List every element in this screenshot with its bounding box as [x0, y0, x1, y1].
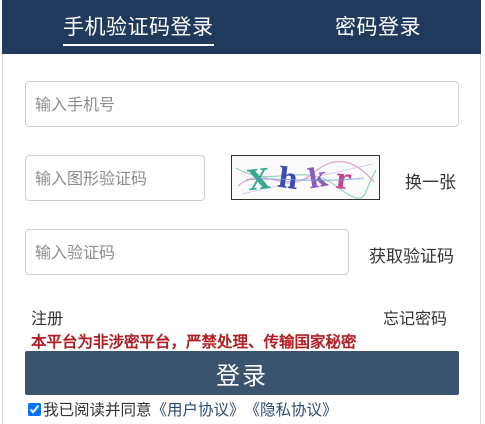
register-link[interactable]: 注册: [31, 305, 63, 329]
tab-password-login-label: 密码登录: [335, 15, 421, 39]
captcha-image[interactable]: X h k r: [231, 155, 380, 200]
agree-text: 我已阅读并同意: [43, 401, 152, 419]
login-tabs: 手机验证码登录 密码登录: [2, 0, 481, 54]
agree-checkbox[interactable]: [28, 402, 41, 416]
forgot-password-link[interactable]: 忘记密码: [383, 305, 447, 329]
sms-code-input[interactable]: [25, 229, 349, 275]
tab-sms-login-label: 手机验证码登录: [63, 15, 214, 46]
get-sms-code-button[interactable]: 获取验证码: [369, 242, 454, 267]
svg-text:k: k: [306, 161, 331, 195]
privacy-agreement-link[interactable]: 《隐私协议》: [245, 398, 338, 420]
user-agreement-link[interactable]: 《用户协议》: [152, 398, 245, 420]
tab-sms-login[interactable]: 手机验证码登录: [63, 0, 214, 54]
refresh-captcha-link[interactable]: 换一张: [405, 168, 456, 193]
login-button[interactable]: 登录: [25, 351, 459, 395]
image-code-input[interactable]: [25, 155, 205, 201]
svg-text:h: h: [276, 161, 301, 197]
captcha-graphic: X h k r: [235, 161, 377, 199]
phone-input[interactable]: [25, 81, 459, 127]
agreement-row: 我已阅读并同意 《用户协议》 《隐私协议》: [28, 399, 338, 419]
security-warning: 本平台为非涉密平台，严禁处理、传输国家秘密: [31, 333, 357, 351]
tab-password-login[interactable]: 密码登录: [335, 0, 421, 54]
